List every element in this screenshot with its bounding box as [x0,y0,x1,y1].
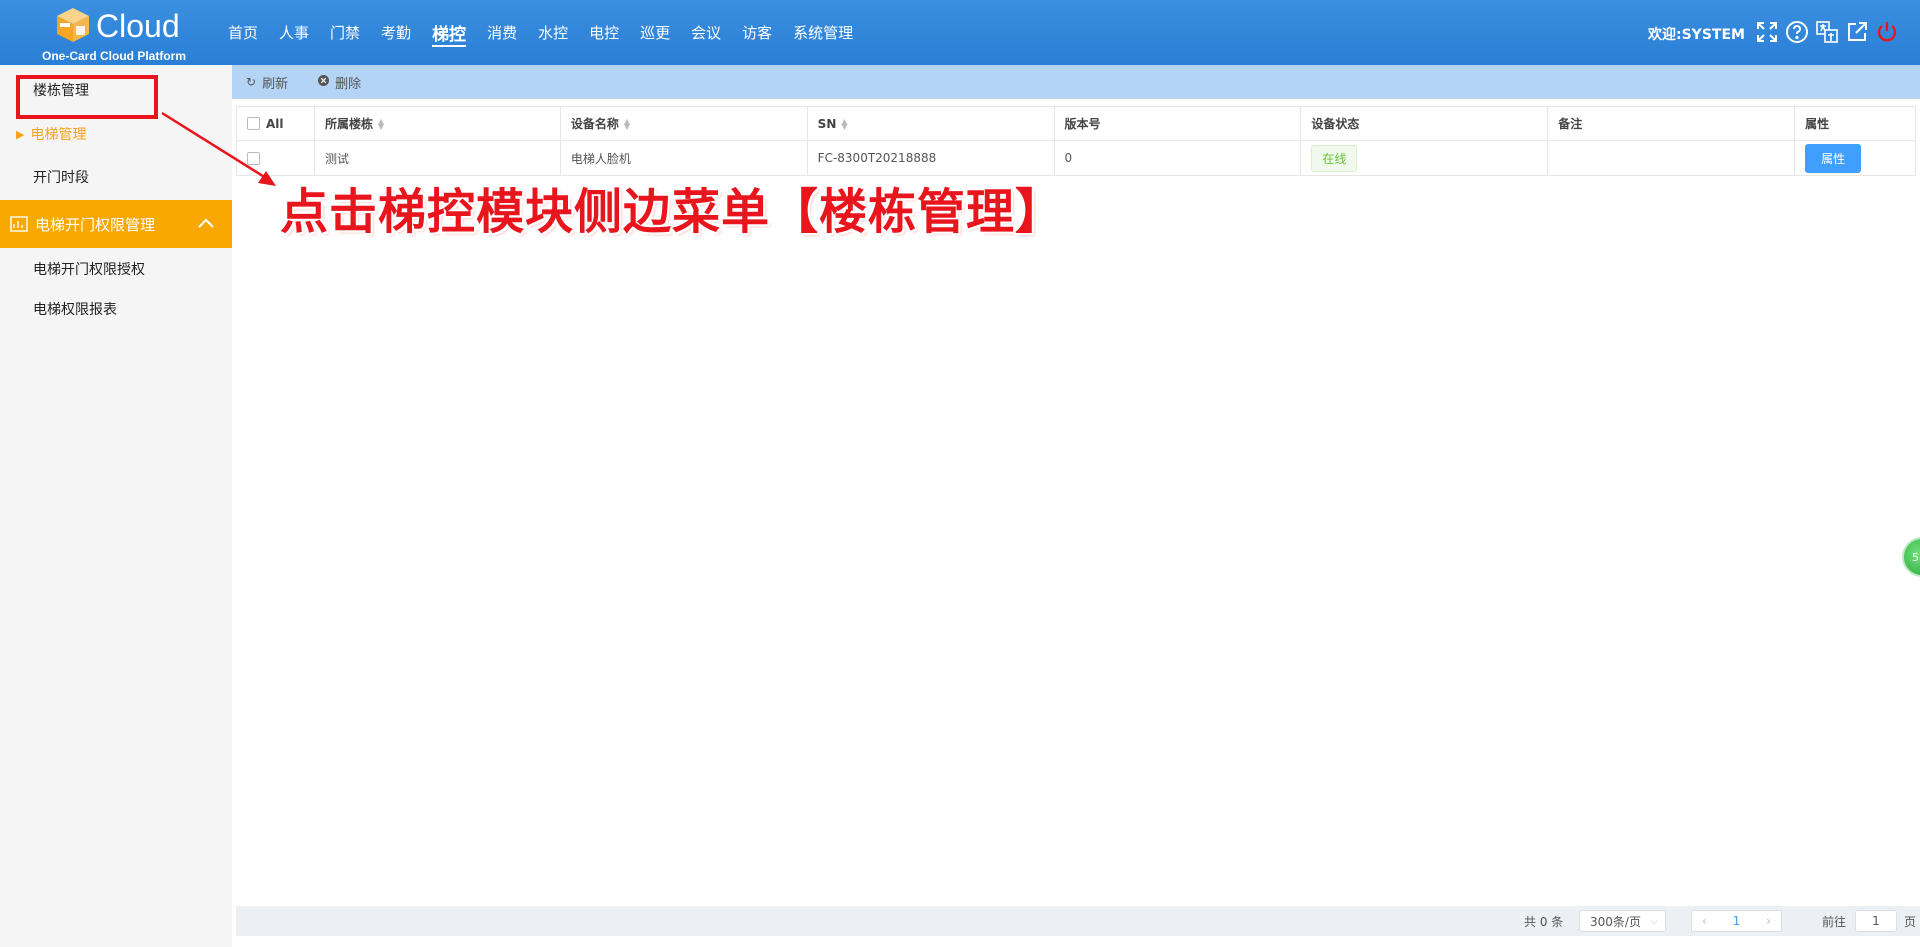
header-icons [1754,18,1904,46]
page-size-value: 300条/页 [1590,914,1641,929]
table-header: All 所属楼栋 ▲ ▼ 设备名称 ▲ ▼ SN ▲ ▼ 版本号 设备状态 备注 属性 [237,106,1917,141]
goto-label: 前往 [1822,914,1847,929]
nav-water[interactable]: 水控 [538,0,568,65]
caret-right-icon: ▶ [16,127,25,141]
floating-assistant-ball[interactable]: 58 [1902,537,1920,577]
sidebar-item-label: 电梯开门权限授权 [33,262,145,278]
nav-consumption[interactable]: 消费 [487,0,517,65]
cell-attr: 属性 [1795,141,1917,175]
sidebar-group-label: 电梯开门权限管理 [35,215,156,234]
annotation-text: 点击梯控模块侧边菜单【楼栋管理】 [280,184,1065,240]
delete-icon [318,75,330,89]
sidebar: 楼栋管理 ▶ 电梯管理 开门时段 电梯开门权限管理 电梯开门权限授权 电梯权限报… [0,65,232,947]
nav-visitor[interactable]: 访客 [742,0,772,65]
pagination-bar: 共 0 条 300条/页 ⌵ ‹ 1 › 前往 1 页 [236,906,1920,936]
header-note-label: 备注 [1558,117,1583,131]
fullscreen-icon[interactable] [1754,18,1780,46]
cell-sn: FC-8300T20218888 [808,141,1055,175]
header-version: 版本号 [1055,107,1302,140]
select-all-checkbox[interactable] [247,117,260,130]
header-device-label: 设备名称 [570,117,619,131]
nav-home[interactable]: 首页 [228,0,258,65]
header-select-all[interactable]: All [237,107,315,140]
logo-subtitle: One-Card Cloud Platform [42,49,187,63]
goto-page-input[interactable]: 1 [1855,910,1897,932]
row-checkbox[interactable] [247,151,260,165]
header-device-name[interactable]: 设备名称 ▲ ▼ [561,107,808,140]
nav-access[interactable]: 门禁 [330,0,360,65]
nav-personnel[interactable]: 人事 [279,0,309,65]
main-nav: 首页 人事 门禁 考勤 梯控 消费 水控 电控 巡更 会议 访客 系统管理 [228,0,874,65]
header-version-label: 版本号 [1064,117,1101,131]
sort-icon[interactable]: ▲ ▼ [841,117,847,130]
cell-device: 电梯人脸机 [561,141,808,175]
sidebar-item-permission-grant[interactable]: 电梯开门权限授权 [0,249,232,289]
header-building[interactable]: 所属楼栋 ▲ ▼ [315,107,561,140]
refresh-button[interactable]: ↻ 刷新 [246,73,288,92]
welcome-user: 欢迎:SYSTEM [1648,27,1745,43]
elevator-table: All 所属楼栋 ▲ ▼ 设备名称 ▲ ▼ SN ▲ ▼ 版本号 设备状态 备注 属性 [236,106,1917,176]
nav-elevator[interactable]: 梯控 [432,0,467,65]
next-page-icon[interactable]: › [1766,914,1771,928]
logo-text: Cloud [96,8,180,44]
delete-button[interactable]: 删除 [318,73,361,92]
annotation-highlight-box [16,75,158,119]
sidebar-group-elevator-permission[interactable]: 电梯开门权限管理 [0,200,232,248]
header-status-label: 设备状态 [1311,117,1360,131]
toolbar: ↻ 刷新 删除 [232,65,1920,99]
sidebar-item-label: 电梯管理 [30,127,87,143]
sidebar-item-label: 开门时段 [33,170,89,186]
delete-label: 删除 [335,76,362,92]
page-unit: 页 [1904,914,1917,929]
external-link-icon[interactable] [1844,18,1870,46]
logo[interactable]: Cloud One-Card Cloud Platform [40,4,190,64]
chevron-down-icon: ⌵ [1650,915,1658,927]
row-select[interactable] [237,141,315,175]
help-icon[interactable] [1784,18,1810,46]
sidebar-item-door-period[interactable]: 开门时段 [0,157,232,197]
attr-button[interactable]: 属性 [1805,143,1862,173]
nav-patrol[interactable]: 巡更 [640,0,670,65]
cell-version: 0 [1055,141,1302,175]
sidebar-item-elevator[interactable]: ▶ 电梯管理 [0,114,232,154]
sidebar-item-label: 电梯权限报表 [33,302,117,318]
header-note: 备注 [1548,107,1796,140]
header-sn[interactable]: SN ▲ ▼ [808,107,1055,140]
select-all-label: All [266,116,284,131]
nav-power[interactable]: 电控 [589,0,619,65]
chevron-up-icon [198,218,214,228]
cell-status: 在线 [1301,141,1549,175]
refresh-icon: ↻ [246,75,257,89]
refresh-label: 刷新 [262,76,289,92]
current-page[interactable]: 1 [1733,914,1741,928]
sidebar-item-permission-report[interactable]: 电梯权限报表 [0,289,232,329]
page-size-select[interactable]: 300条/页 ⌵ [1579,910,1666,932]
logo-cube-icon [57,8,89,42]
sort-icon[interactable]: ▲ ▼ [624,117,630,130]
total-count: 共 0 条 [1524,914,1564,929]
language-icon[interactable] [1814,18,1840,46]
cell-note [1548,141,1796,175]
nav-attendance[interactable]: 考勤 [381,0,411,65]
nav-system[interactable]: 系统管理 [793,0,853,65]
header-attr-label: 属性 [1805,117,1830,131]
report-icon [10,216,28,232]
power-icon[interactable] [1874,18,1900,46]
header-status: 设备状态 [1301,107,1549,140]
status-badge: 在线 [1311,144,1358,172]
page-navigator: ‹ 1 › [1691,910,1782,932]
header-sn-label: SN [817,116,837,131]
table-row[interactable]: 测试 电梯人脸机 FC-8300T20218888 0 在线 属性 [237,141,1917,176]
sort-icon[interactable]: ▲ ▼ [378,117,384,130]
header-attr: 属性 [1795,107,1917,140]
prev-page-icon[interactable]: ‹ [1702,914,1707,928]
header-building-label: 所属楼栋 [324,117,373,131]
top-header: Cloud One-Card Cloud Platform 首页 人事 门禁 考… [0,0,1920,65]
cell-building: 测试 [315,141,561,175]
nav-meeting[interactable]: 会议 [691,0,721,65]
